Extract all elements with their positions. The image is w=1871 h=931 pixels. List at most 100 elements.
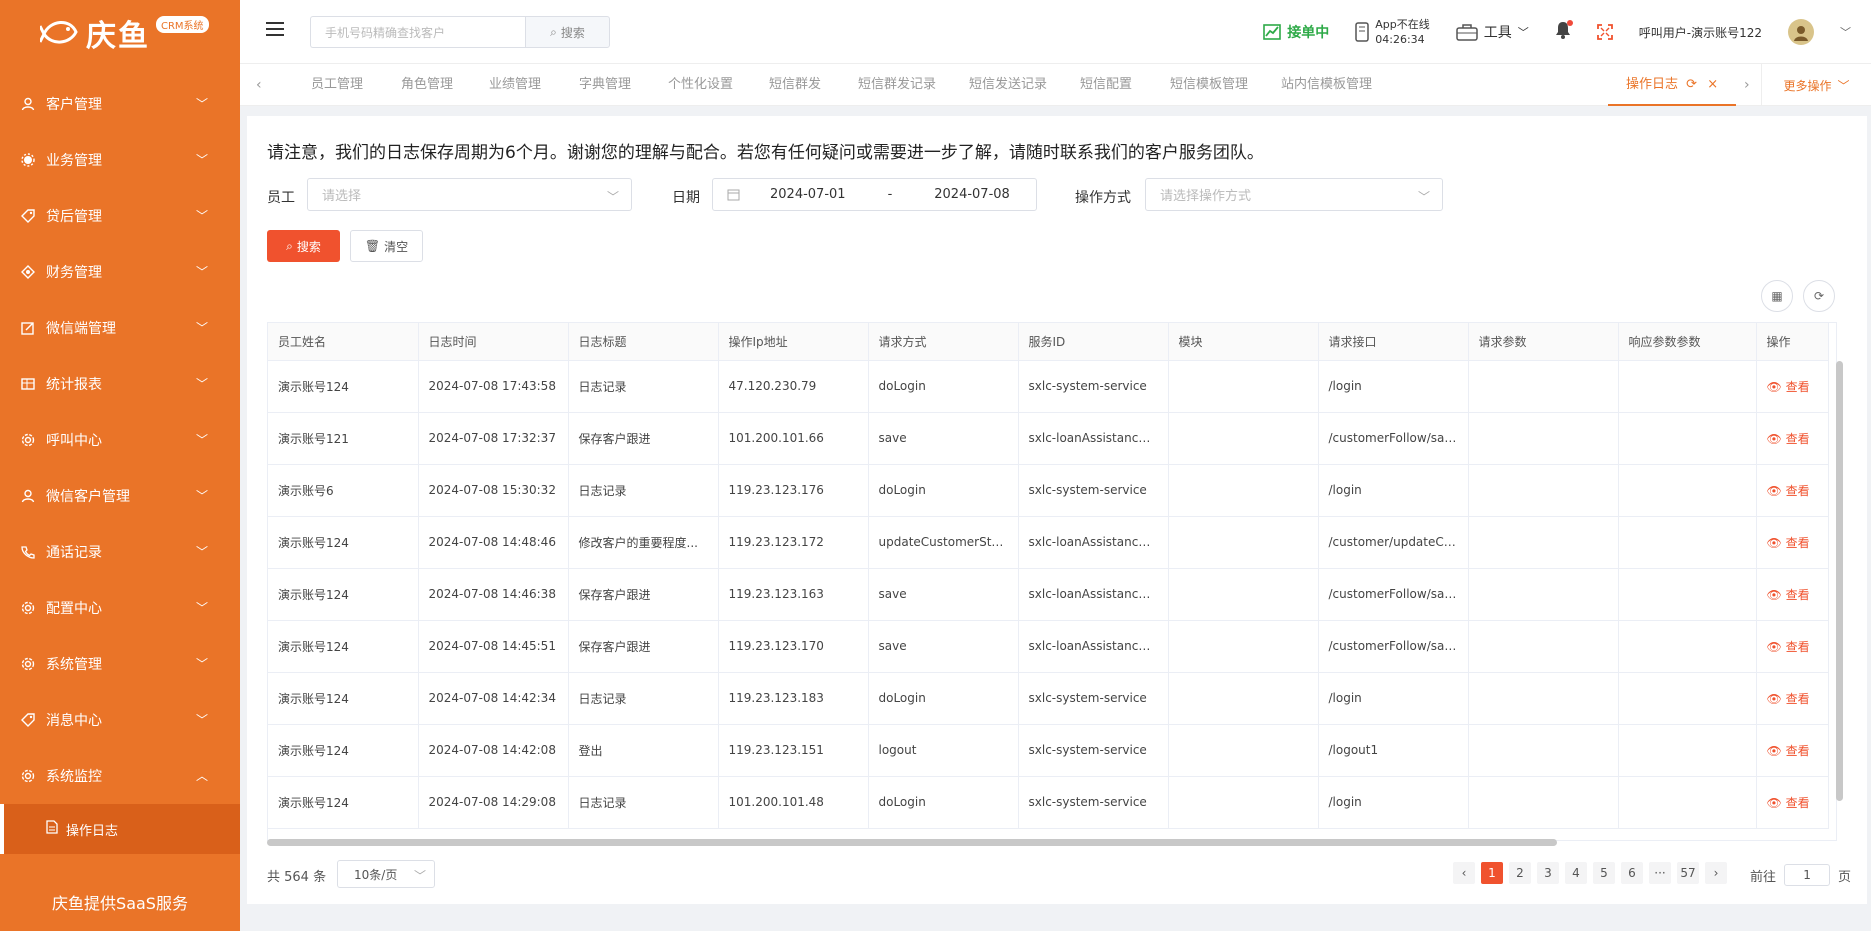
- tab-item[interactable]: 角色管理: [401, 64, 453, 106]
- column-header[interactable]: 请求方式: [868, 323, 1019, 361]
- page-button[interactable]: 3: [1537, 862, 1559, 884]
- refresh-icon[interactable]: ⟳: [1686, 77, 1697, 92]
- pagination: ‹ 1 2 3 4 5 6 ··· 57 ›: [1453, 862, 1727, 884]
- table-cell: 演示账号6: [268, 464, 419, 517]
- sidebar-subitem-operation-log[interactable]: 操作日志: [0, 804, 240, 854]
- page-button[interactable]: 5: [1593, 862, 1615, 884]
- brand-logo[interactable]: 庆鱼 CRM系统: [0, 0, 240, 66]
- sidebar-item-11[interactable]: 消息中心 ﹀: [0, 692, 240, 748]
- column-header[interactable]: 操作: [1756, 323, 1829, 361]
- current-user[interactable]: 呼叫用户-演示账号122: [1639, 24, 1762, 41]
- tabs-scroll-right-icon[interactable]: ›: [1744, 77, 1750, 93]
- more-actions-dropdown[interactable]: 更多操作 ﹀: [1761, 64, 1871, 106]
- sidebar-item-2[interactable]: 贷后管理 ﹀: [0, 188, 240, 244]
- tab-item[interactable]: 短信发送记录: [969, 64, 1047, 106]
- tab-item[interactable]: 站内信模板管理: [1281, 64, 1372, 106]
- column-header[interactable]: 模块: [1168, 323, 1319, 361]
- page-button[interactable]: 4: [1565, 862, 1587, 884]
- page-button[interactable]: 6: [1621, 862, 1643, 884]
- avatar[interactable]: [1788, 19, 1814, 45]
- vertical-scrollbar[interactable]: [1836, 361, 1843, 801]
- customer-search-button[interactable]: ⌕ 搜索: [525, 16, 610, 48]
- prev-page-icon[interactable]: ‹: [1453, 862, 1475, 884]
- tabs-scroll-left-icon[interactable]: ‹: [256, 77, 262, 93]
- page-button[interactable]: ···: [1649, 862, 1671, 884]
- view-link[interactable]: 👁 查看: [1756, 360, 1829, 413]
- column-header[interactable]: 响应参数参数: [1618, 323, 1757, 361]
- tab-item[interactable]: 员工管理: [311, 64, 363, 106]
- page-size-value: 10条/页: [354, 867, 398, 882]
- tab-item[interactable]: 短信模板管理: [1170, 64, 1248, 106]
- table-cell: [1168, 412, 1319, 465]
- sidebar-item-8[interactable]: 通话记录 ﹀: [0, 524, 240, 580]
- sidebar-item-5[interactable]: 统计报表 ﹀: [0, 356, 240, 412]
- column-settings-button[interactable]: ▦: [1761, 280, 1793, 312]
- column-header[interactable]: 请求接口: [1318, 323, 1469, 361]
- tab-operation-log[interactable]: 操作日志 ⟳ ×: [1608, 64, 1737, 106]
- column-header[interactable]: 服务ID: [1018, 323, 1169, 361]
- order-status[interactable]: 接单中: [1263, 22, 1329, 42]
- table-cell: [1618, 776, 1757, 829]
- goto-suffix: 页: [1838, 869, 1852, 885]
- horizontal-scrollbar[interactable]: [267, 839, 1557, 846]
- sidebar-item-6[interactable]: 呼叫中心 ﹀: [0, 412, 240, 468]
- close-icon[interactable]: ×: [1707, 77, 1718, 92]
- tab-item[interactable]: 个性化设置: [668, 64, 733, 106]
- sidebar-item-0[interactable]: 客户管理 ﹀: [0, 76, 240, 132]
- view-link[interactable]: 👁 查看: [1756, 464, 1829, 517]
- sidebar-item-label: 通话记录: [46, 545, 102, 561]
- date-range-picker[interactable]: 2024-07-01 - 2024-07-08: [712, 178, 1037, 211]
- crm-badge: CRM系统: [156, 15, 209, 33]
- date-end[interactable]: 2024-07-08: [934, 187, 1010, 202]
- sidebar-item-12[interactable]: 系统监控 ︿: [0, 748, 240, 804]
- chevron-down-icon[interactable]: ﹀: [1840, 24, 1851, 40]
- tab-item[interactable]: 业绩管理: [489, 64, 541, 106]
- sidebar-item-10[interactable]: 系统管理 ﹀: [0, 636, 240, 692]
- page-button[interactable]: 57: [1677, 862, 1699, 884]
- notification-bell[interactable]: [1555, 20, 1573, 43]
- sidebar-item-7[interactable]: 微信客户管理 ﹀: [0, 468, 240, 524]
- next-page-icon[interactable]: ›: [1705, 862, 1727, 884]
- table-cell: 101.200.101.48: [718, 776, 869, 829]
- page-button[interactable]: 2: [1509, 862, 1531, 884]
- column-header[interactable]: 请求参数: [1468, 323, 1619, 361]
- hamburger-icon[interactable]: [266, 21, 286, 37]
- tab-item[interactable]: 字典管理: [579, 64, 631, 106]
- column-header[interactable]: 员工姓名: [268, 323, 419, 361]
- tab-item[interactable]: 短信配置: [1080, 64, 1132, 106]
- search-button[interactable]: ⌕ 搜索: [267, 230, 340, 262]
- view-link[interactable]: 👁 查看: [1756, 620, 1829, 673]
- view-link[interactable]: 👁 查看: [1756, 568, 1829, 621]
- total-count: 共 564 条: [267, 870, 327, 885]
- sidebar-item-label: 微信客户管理: [46, 489, 130, 505]
- sidebar-item-3[interactable]: 财务管理 ﹀: [0, 244, 240, 300]
- fullscreen-icon[interactable]: [1596, 24, 1613, 40]
- sidebar-item-4[interactable]: 微信端管理 ﹀: [0, 300, 240, 356]
- operation-method-select[interactable]: 请选择操作方式 ﹀: [1145, 178, 1443, 211]
- page-button[interactable]: 1: [1481, 862, 1503, 884]
- clear-button[interactable]: 🗑 清空: [350, 230, 423, 262]
- app-status-text: App不在线: [1375, 18, 1430, 31]
- customer-search-input[interactable]: 手机号码精确查找客户: [310, 16, 525, 48]
- view-link[interactable]: 👁 查看: [1756, 672, 1829, 725]
- tab-item[interactable]: 短信群发记录: [858, 64, 936, 106]
- view-link[interactable]: 👁 查看: [1756, 724, 1829, 777]
- page-size-select[interactable]: 10条/页 ﹀: [337, 860, 435, 888]
- goto-page-input[interactable]: 1: [1784, 864, 1831, 886]
- tools-dropdown[interactable]: 工具 ﹀: [1456, 22, 1529, 42]
- notification-dot: [1566, 20, 1573, 26]
- sidebar-item-1[interactable]: 业务管理 ﹀: [0, 132, 240, 188]
- column-header[interactable]: 日志标题: [568, 323, 719, 361]
- view-link[interactable]: 👁 查看: [1756, 516, 1829, 569]
- table-cell: /customer/updateCus...: [1318, 516, 1469, 569]
- sidebar-item-9[interactable]: 配置中心 ﹀: [0, 580, 240, 636]
- table-cell: 演示账号124: [268, 568, 419, 621]
- tab-item[interactable]: 短信群发: [769, 64, 821, 106]
- view-link[interactable]: 👁 查看: [1756, 412, 1829, 465]
- date-start[interactable]: 2024-07-01: [770, 187, 846, 202]
- column-header[interactable]: 操作Ip地址: [718, 323, 869, 361]
- employee-select[interactable]: 请选择 ﹀: [307, 178, 632, 211]
- refresh-table-button[interactable]: ⟳: [1803, 280, 1835, 312]
- column-header[interactable]: 日志时间: [418, 323, 569, 361]
- view-link[interactable]: 👁 查看: [1756, 776, 1829, 829]
